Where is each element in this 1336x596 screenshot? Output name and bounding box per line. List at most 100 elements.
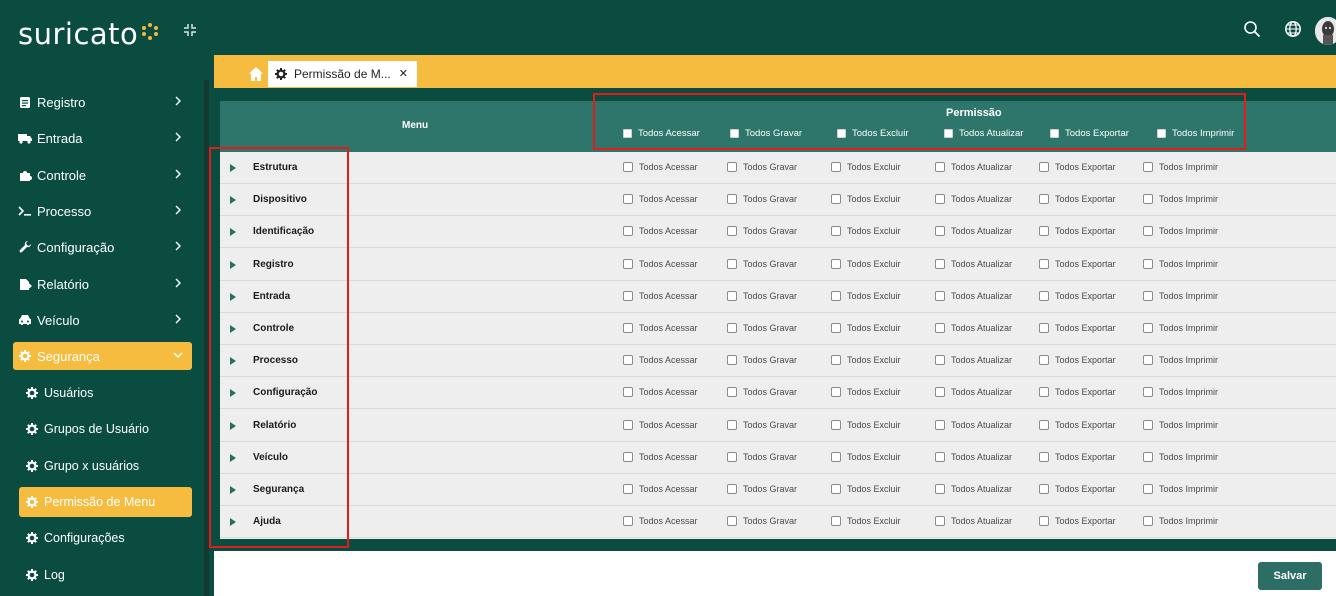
checkbox[interactable] [623,226,633,237]
checkbox[interactable] [727,258,737,269]
checkbox[interactable] [935,387,945,398]
row-checkbox-5[interactable]: Todos Imprimir [1143,323,1218,333]
close-icon[interactable]: ✕ [399,67,408,80]
collapse-sidebar-icon[interactable] [183,23,197,37]
checkbox[interactable] [727,451,737,462]
row-checkbox-2[interactable]: Todos Excluir [831,290,901,301]
checkbox[interactable] [1143,258,1153,269]
row-checkbox-5[interactable]: Todos Imprimir [1143,387,1218,398]
checkbox[interactable] [727,162,737,172]
home-icon[interactable] [248,66,264,82]
checkbox[interactable] [1143,226,1153,237]
row-checkbox-4[interactable]: Todos Exportar [1039,323,1116,333]
checkbox[interactable] [623,355,633,366]
row-checkbox-5[interactable]: Todos Imprimir [1143,419,1218,430]
row-checkbox-3[interactable]: Todos Atualizar [935,451,1012,462]
row-checkbox-0[interactable]: Todos Acessar [623,451,698,462]
row-checkbox-5[interactable]: Todos Imprimir [1143,355,1218,366]
row-checkbox-3[interactable]: Todos Atualizar [935,419,1012,430]
checkbox[interactable] [623,162,633,172]
row-checkbox-3[interactable]: Todos Atualizar [935,290,1012,301]
row-checkbox-3[interactable]: Todos Atualizar [935,258,1012,269]
checkbox[interactable] [831,258,841,269]
checkbox[interactable] [727,194,737,205]
sidebar-subitem-permissao-de-menu[interactable]: Permissão de Menu [19,487,192,517]
checkbox[interactable] [727,516,737,527]
save-button[interactable]: Salvar [1258,562,1322,590]
row-checkbox-1[interactable]: Todos Gravar [727,290,797,301]
checkbox[interactable] [727,226,737,237]
row-checkbox-0[interactable]: Todos Acessar [623,226,698,237]
sidebar-item-processo[interactable]: Processo [13,197,192,225]
sidebar-subitem-log[interactable]: Log [19,560,192,590]
checkbox[interactable] [623,419,633,430]
row-checkbox-3[interactable]: Todos Atualizar [935,516,1012,527]
checkbox[interactable] [623,290,633,301]
row-checkbox-1[interactable]: Todos Gravar [727,194,797,205]
row-checkbox-0[interactable]: Todos Acessar [623,162,698,172]
checkbox[interactable] [727,355,737,366]
row-checkbox-1[interactable]: Todos Gravar [727,419,797,430]
checkbox[interactable] [1143,451,1153,462]
row-checkbox-5[interactable]: Todos Imprimir [1143,484,1218,494]
sidebar-item-seguranca[interactable]: Segurança [13,342,192,370]
globe-icon[interactable] [1284,20,1302,38]
checkbox[interactable] [831,290,841,301]
sidebar-item-relatorio[interactable]: Relatório [13,270,192,298]
row-checkbox-1[interactable]: Todos Gravar [727,162,797,172]
row-checkbox-2[interactable]: Todos Excluir [831,355,901,366]
sidebar-item-veiculo[interactable]: Veículo [13,306,192,334]
checkbox[interactable] [935,451,945,462]
row-checkbox-2[interactable]: Todos Excluir [831,258,901,269]
search-icon[interactable] [1243,20,1261,38]
checkbox[interactable] [1143,419,1153,430]
checkbox[interactable] [727,323,737,333]
checkbox[interactable] [831,419,841,430]
row-checkbox-1[interactable]: Todos Gravar [727,516,797,527]
checkbox[interactable] [727,290,737,301]
row-checkbox-4[interactable]: Todos Exportar [1039,387,1116,398]
tab-permissao-de-menu[interactable]: Permissão de M... ✕ [268,61,417,87]
row-checkbox-5[interactable]: Todos Imprimir [1143,516,1218,527]
row-checkbox-4[interactable]: Todos Exportar [1039,516,1116,527]
row-checkbox-4[interactable]: Todos Exportar [1039,419,1116,430]
row-checkbox-4[interactable]: Todos Exportar [1039,355,1116,366]
row-checkbox-1[interactable]: Todos Gravar [727,387,797,398]
checkbox[interactable] [1039,194,1049,205]
checkbox[interactable] [935,323,945,333]
row-checkbox-2[interactable]: Todos Excluir [831,323,901,333]
sidebar-subitem-usuarios[interactable]: Usuários [19,378,192,408]
checkbox[interactable] [831,484,841,494]
sidebar-subitem-configuracoes[interactable]: Configurações [19,523,192,553]
checkbox[interactable] [623,516,633,527]
row-checkbox-4[interactable]: Todos Exportar [1039,484,1116,494]
checkbox[interactable] [1039,387,1049,398]
checkbox[interactable] [831,451,841,462]
checkbox[interactable] [727,484,737,494]
row-checkbox-2[interactable]: Todos Excluir [831,162,901,172]
checkbox[interactable] [1143,355,1153,366]
checkbox[interactable] [1039,226,1049,237]
row-checkbox-5[interactable]: Todos Imprimir [1143,290,1218,301]
row-checkbox-5[interactable]: Todos Imprimir [1143,162,1218,172]
row-checkbox-0[interactable]: Todos Acessar [623,484,698,494]
sidebar-item-entrada[interactable]: Entrada [13,124,192,152]
checkbox[interactable] [831,194,841,205]
checkbox[interactable] [623,387,633,398]
user-avatar[interactable] [1315,17,1336,45]
row-checkbox-3[interactable]: Todos Atualizar [935,194,1012,205]
checkbox[interactable] [831,516,841,527]
row-checkbox-2[interactable]: Todos Excluir [831,484,901,494]
row-checkbox-1[interactable]: Todos Gravar [727,226,797,237]
row-checkbox-0[interactable]: Todos Acessar [623,323,698,333]
row-checkbox-0[interactable]: Todos Acessar [623,419,698,430]
checkbox[interactable] [1143,323,1153,333]
checkbox[interactable] [831,226,841,237]
checkbox[interactable] [1039,290,1049,301]
checkbox[interactable] [831,323,841,333]
checkbox[interactable] [1039,484,1049,494]
row-checkbox-2[interactable]: Todos Excluir [831,387,901,398]
checkbox[interactable] [1143,516,1153,527]
checkbox[interactable] [1143,290,1153,301]
sidebar-item-configuracao[interactable]: Configuração [13,233,192,261]
